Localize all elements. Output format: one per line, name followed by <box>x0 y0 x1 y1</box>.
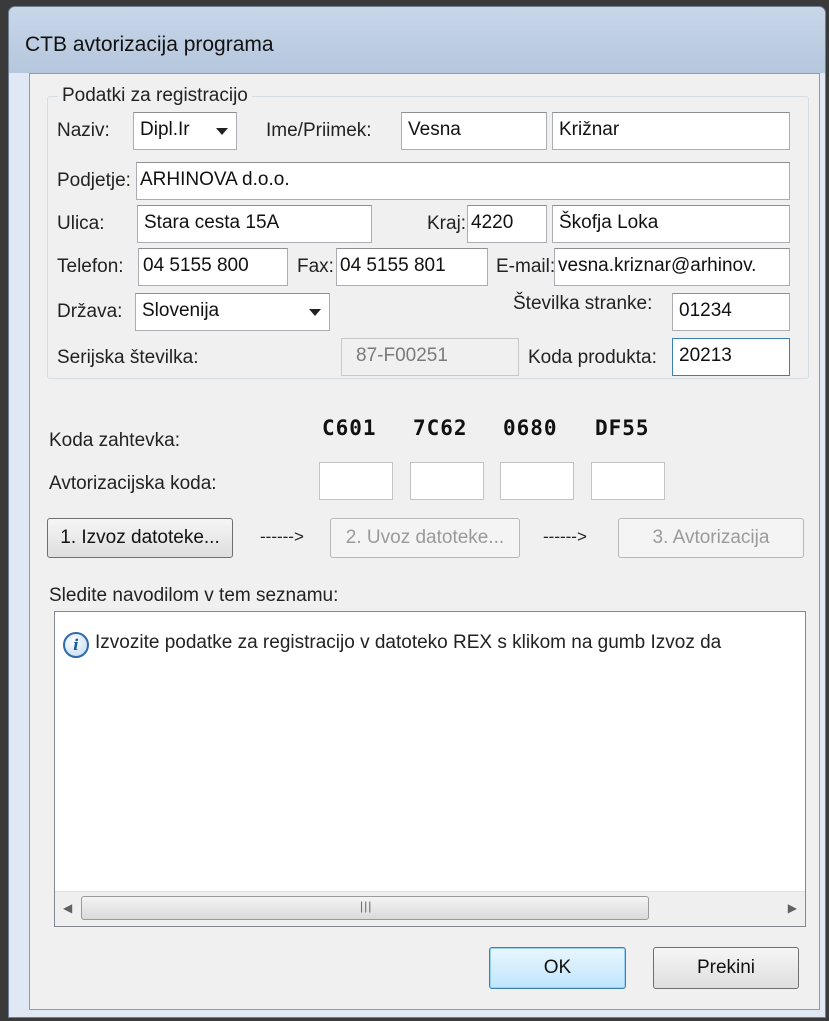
fax-field[interactable]: 04 5155 801 <box>336 248 488 286</box>
naziv-label: Naziv: <box>57 120 110 141</box>
izvoz-datoteke-button[interactable]: 1. Izvoz datoteke... <box>47 518 233 558</box>
avtorizacijska-koda-field-3[interactable] <box>500 462 574 500</box>
avtorizacijska-koda-field-2[interactable] <box>410 462 484 500</box>
chevron-down-icon <box>216 128 228 135</box>
telefon-field[interactable]: 04 5155 800 <box>138 248 288 286</box>
podjetje-field[interactable]: ARHINOVA d.o.o. <box>136 162 790 200</box>
drzava-value: Slovenija <box>142 300 220 321</box>
step-arrow-2: ------> <box>543 527 587 546</box>
email-label: E-mail: <box>496 256 556 277</box>
koda-produkta-field[interactable]: 20213 <box>672 338 790 376</box>
registration-group-label: Podatki za registracijo <box>58 84 252 108</box>
avtorizacijska-label: Avtorizacijska koda: <box>49 473 217 494</box>
chevron-down-icon <box>309 309 321 316</box>
postna-stevilka-field[interactable]: 4220 <box>467 205 547 243</box>
naziv-dropdown[interactable]: Dipl.Ir <box>133 112 237 150</box>
instructions-list[interactable]: i Izvozite podatke za registracijo v dat… <box>54 611 806 927</box>
ime-field[interactable]: Vesna <box>401 112 547 150</box>
kraj-label: Kraj: <box>427 213 467 234</box>
scroll-left-icon[interactable]: ◀ <box>63 901 72 915</box>
drzava-dropdown[interactable]: Slovenija <box>135 293 330 331</box>
info-icon: i <box>63 632 89 658</box>
koda-zahtevka-2: 7C62 <box>413 416 468 440</box>
ulica-label: Ulica: <box>57 213 105 234</box>
serijska-field: 87-F00251 <box>341 338 519 376</box>
podjetje-label: Podjetje: <box>57 170 131 191</box>
uvoz-datoteke-button[interactable]: 2. Uvoz datoteke... <box>330 518 520 558</box>
koda-produkta-label: Koda produkta: <box>528 347 657 368</box>
koda-zahtevka-1: C601 <box>322 416 377 440</box>
stevilka-stranke-label: Številka stranke: <box>513 293 653 314</box>
koda-zahtevka-3: 0680 <box>503 416 558 440</box>
serijska-label: Serijska številka: <box>57 347 199 368</box>
koda-zahtevka-label: Koda zahtevka: <box>49 430 180 451</box>
dialog-client-area: Podatki za registracijo Naziv: Dipl.Ir I… <box>29 73 820 1010</box>
cancel-button[interactable]: Prekini <box>653 947 799 989</box>
title-bar[interactable]: CTB avtorizacija programa <box>9 7 825 73</box>
ime-priimek-label: Ime/Priimek: <box>266 120 372 141</box>
scrollbar-thumb[interactable]: ||| <box>81 896 649 920</box>
naziv-value: Dipl.Ir <box>140 119 190 140</box>
avtorizacijska-koda-field-4[interactable] <box>591 462 665 500</box>
dialog-window: CTB avtorizacija programa Podatki za reg… <box>8 6 826 1018</box>
kraj-field[interactable]: Škofja Loka <box>552 205 790 243</box>
fax-label: Fax: <box>297 256 334 277</box>
window-title: CTB avtorizacija programa <box>25 33 274 56</box>
scroll-right-icon[interactable]: ▶ <box>788 901 797 915</box>
ulica-field[interactable]: Stara cesta 15A <box>137 205 372 243</box>
horizontal-scrollbar[interactable]: ◀ ||| ▶ <box>55 891 805 926</box>
koda-zahtevka-4: DF55 <box>595 416 650 440</box>
instructions-label: Sledite navodilom v tem seznamu: <box>49 585 339 606</box>
telefon-label: Telefon: <box>57 256 124 277</box>
stevilka-stranke-field[interactable]: 01234 <box>672 293 790 331</box>
grip-icon: ||| <box>360 899 373 913</box>
avtorizacija-button[interactable]: 3. Avtorizacija <box>618 518 804 558</box>
step-arrow-1: ------> <box>260 527 304 546</box>
priimek-field[interactable]: Križnar <box>552 112 790 150</box>
avtorizacijska-koda-field-1[interactable] <box>319 462 393 500</box>
email-field[interactable]: vesna.kriznar@arhinov. <box>554 248 790 286</box>
ok-button[interactable]: OK <box>489 947 626 989</box>
instruction-message: Izvozite podatke za registracijo v datot… <box>95 632 722 653</box>
drzava-label: Država: <box>57 301 123 322</box>
